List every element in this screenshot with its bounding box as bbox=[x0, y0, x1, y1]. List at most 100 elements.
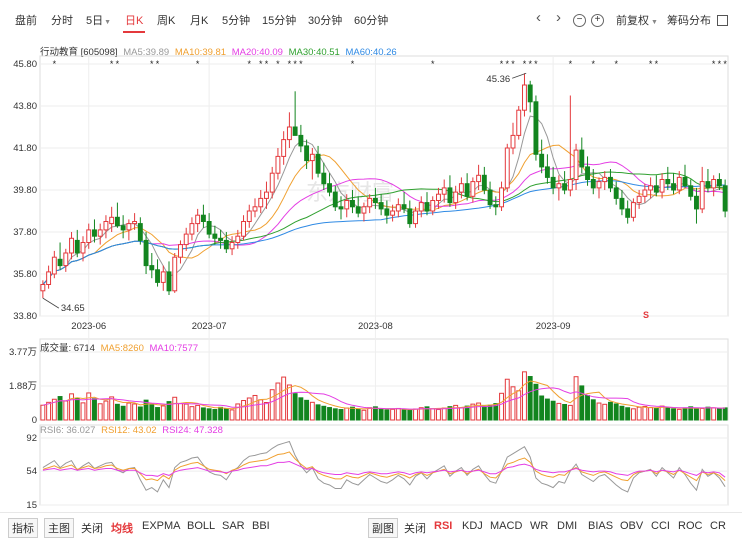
volume-tick-label: 0 bbox=[32, 415, 37, 426]
candle-body bbox=[625, 208, 631, 218]
indicator-obv[interactable]: OBV bbox=[620, 520, 643, 532]
volume-bar bbox=[281, 376, 287, 421]
indicator-sar[interactable]: SAR bbox=[222, 520, 245, 532]
event-star-marker: * bbox=[293, 59, 297, 69]
volume-bar bbox=[676, 408, 682, 421]
indicator-dmi[interactable]: DMI bbox=[557, 520, 577, 532]
volume-bar bbox=[120, 405, 126, 421]
indicator-cr[interactable]: CR bbox=[710, 520, 726, 532]
volume-bar bbox=[195, 404, 201, 421]
candle-body bbox=[275, 155, 281, 174]
volume-bar bbox=[544, 398, 550, 421]
indicator-bias[interactable]: BIAS bbox=[588, 520, 613, 532]
volume-bar bbox=[636, 406, 642, 421]
candle-body bbox=[556, 183, 562, 189]
candle-body bbox=[304, 145, 310, 162]
indicator-ma[interactable]: 均线 bbox=[111, 520, 133, 536]
volume-bar bbox=[212, 409, 218, 421]
volume-bar bbox=[567, 404, 573, 421]
candle-body bbox=[636, 195, 642, 204]
indicator-expma[interactable]: EXPMA bbox=[142, 520, 181, 532]
candle-body bbox=[264, 191, 269, 199]
candle-body bbox=[522, 84, 527, 111]
candle-body bbox=[550, 176, 556, 189]
candle-body bbox=[218, 237, 224, 241]
indicator-cci[interactable]: CCI bbox=[651, 520, 670, 532]
candle-body bbox=[149, 265, 155, 271]
volume-bar bbox=[619, 405, 625, 421]
volume-bar bbox=[527, 376, 533, 421]
close-sub-indicator[interactable]: 关闭 bbox=[404, 520, 426, 536]
close-main-indicator[interactable]: 关闭 bbox=[81, 520, 103, 536]
sub-chart-tab[interactable]: 副图 bbox=[368, 518, 398, 538]
volume-bar bbox=[275, 382, 281, 421]
candle-body bbox=[212, 233, 218, 239]
indicator-bbi[interactable]: BBI bbox=[252, 520, 270, 532]
candle-body bbox=[172, 256, 178, 292]
volume-tick-label: 1.88万 bbox=[9, 381, 37, 392]
volume-bar bbox=[602, 403, 608, 421]
candle-body bbox=[390, 210, 396, 216]
panel-border bbox=[39, 424, 729, 506]
main-chart-tab[interactable]: 主图 bbox=[44, 518, 74, 538]
candle-body bbox=[619, 197, 625, 210]
indicator-rsi[interactable]: RSI bbox=[434, 520, 452, 532]
candle-body bbox=[642, 189, 648, 197]
volume-bar bbox=[332, 408, 338, 421]
candle-body bbox=[315, 153, 321, 174]
axis-labels: 45.80 43.80 41.80 39.80 37.80 35.80 33.80 2023-… bbox=[9, 59, 727, 511]
candle-body bbox=[694, 195, 699, 210]
candle-body bbox=[711, 179, 717, 189]
candle-body bbox=[292, 126, 298, 136]
volume-bar bbox=[69, 393, 74, 421]
volume-bar bbox=[74, 397, 80, 421]
candle-body bbox=[716, 179, 722, 187]
volume-bar bbox=[321, 405, 327, 421]
candle-body bbox=[132, 221, 138, 225]
volume-bar bbox=[671, 408, 676, 421]
grid bbox=[39, 55, 729, 506]
volume-bar bbox=[160, 405, 166, 421]
candle-body bbox=[401, 204, 407, 210]
candle-body bbox=[338, 206, 344, 210]
candle-body bbox=[166, 271, 172, 292]
indicator-macd[interactable]: MACD bbox=[490, 520, 522, 532]
candle-body bbox=[298, 134, 304, 147]
price-tick-label: 43.80 bbox=[13, 101, 37, 112]
volume-bars bbox=[40, 371, 728, 421]
indicator-kdj[interactable]: KDJ bbox=[462, 520, 483, 532]
price-tick-label: 45.80 bbox=[13, 59, 37, 70]
candle-body bbox=[688, 185, 694, 197]
candle-body bbox=[321, 172, 327, 185]
volume-bar bbox=[218, 406, 224, 421]
candle-body bbox=[608, 176, 613, 189]
indicator-roc[interactable]: ROC bbox=[678, 520, 702, 532]
candle-body bbox=[69, 237, 74, 254]
event-star-marker: * bbox=[655, 59, 659, 69]
volume-bar bbox=[395, 407, 401, 421]
candle-body bbox=[269, 172, 275, 193]
volume-bar bbox=[579, 385, 585, 421]
low-annotation-pointer bbox=[42, 297, 60, 309]
event-star-marker: * bbox=[110, 59, 114, 69]
candle-body bbox=[413, 210, 418, 225]
volume-bar bbox=[407, 409, 413, 421]
indicator-wr[interactable]: WR bbox=[530, 520, 548, 532]
candle-body bbox=[699, 181, 705, 210]
volume-bar bbox=[223, 407, 229, 421]
candle-body bbox=[493, 204, 499, 208]
event-star-marker: * bbox=[259, 59, 263, 69]
candle-body bbox=[596, 181, 602, 189]
indicator-boll[interactable]: BOLL bbox=[187, 520, 215, 532]
volume-bar bbox=[172, 396, 178, 421]
candle-body bbox=[63, 252, 69, 267]
volume-bar bbox=[522, 371, 527, 421]
volume-bar bbox=[189, 406, 195, 421]
volume-bar bbox=[367, 407, 373, 421]
candle-body bbox=[487, 189, 493, 206]
ma-line bbox=[42, 161, 726, 285]
low-annotation-label: 34.65 bbox=[61, 303, 85, 314]
stock-chart[interactable]: 东方财富 45.8043.8041.8039.8037.8035.8033.80… bbox=[0, 0, 742, 512]
candle-body bbox=[332, 191, 338, 208]
candle-body bbox=[544, 166, 550, 178]
